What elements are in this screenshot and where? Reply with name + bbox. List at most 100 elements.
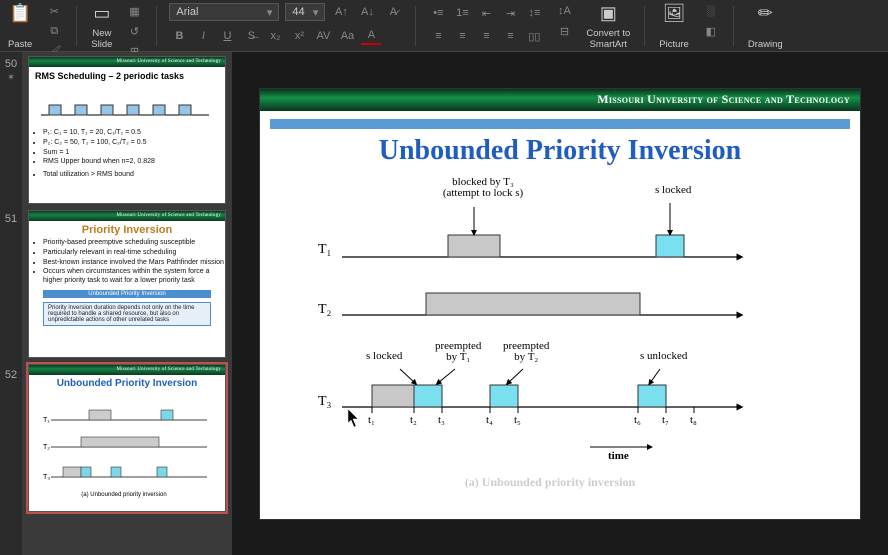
picture-button[interactable]: 🖼 Picture [657, 2, 691, 50]
tick-t5: t₅ [514, 415, 521, 427]
thumb-title: RMS Scheduling – 2 periodic tasks [29, 67, 225, 85]
increase-font-button[interactable]: A↑ [331, 3, 351, 21]
align-center-button[interactable]: ≡ [452, 27, 472, 45]
pic-opt1-button[interactable]: ░ [701, 2, 721, 20]
highlight-button[interactable]: AV [313, 27, 333, 45]
separator [156, 6, 157, 46]
decrease-font-button[interactable]: A↓ [357, 3, 377, 21]
accent-bar [270, 119, 850, 129]
layout-button[interactable]: ▦ [124, 2, 144, 20]
font-size-select[interactable]: 44 ▾ [285, 3, 325, 21]
slocked-label-t1: s locked [655, 185, 691, 197]
task-label-t1: T₁ [318, 243, 331, 258]
drawing-button[interactable]: ✏ Drawing [746, 2, 785, 50]
tick-t7: t₇ [662, 415, 669, 427]
slide-number-column: 50 ✶ 51 52 [0, 52, 22, 555]
tick-t2: t₂ [410, 415, 417, 427]
uni-bar: Missouri University of Science and Techn… [29, 365, 225, 375]
sunlocked-label: s unlocked [640, 351, 687, 363]
time-axis-label: time [608, 451, 629, 463]
thumb-title: Unbounded Priority Inversion [29, 375, 225, 392]
separator [415, 6, 416, 46]
indent-less-button[interactable]: ⇤ [476, 4, 496, 22]
font-name-select[interactable]: Arial ▾ [169, 3, 279, 21]
slide-canvas[interactable]: Missouri University of Science and Techn… [260, 89, 860, 519]
indent-more-button[interactable]: ⇥ [500, 4, 520, 22]
tick-t6: t₆ [634, 415, 641, 427]
numbering-button[interactable]: 1≡ [452, 4, 472, 22]
text-direction-button[interactable]: ↕A [554, 2, 574, 20]
reset-button[interactable]: ↺ [124, 22, 144, 40]
strike-button[interactable]: S̶ [241, 27, 261, 45]
workspace: 50 ✶ 51 52 Missouri University of Scienc… [0, 52, 888, 555]
svg-text:T₁: T₁ [43, 417, 50, 424]
tick-t4: t₄ [486, 415, 493, 427]
task-label-t3: T₃ [318, 395, 331, 410]
preempted-t1-label: preempted by T₁ [435, 341, 481, 364]
bullets-button[interactable]: •≡ [428, 4, 448, 22]
university-bar: Missouri University of Science and Techn… [260, 89, 860, 111]
slide-thumb-51[interactable]: Missouri University of Science and Techn… [28, 210, 226, 358]
convert-smartart-button[interactable]: ▣ Convert to SmartArt [584, 2, 632, 50]
new-slide-label: New Slide [91, 28, 112, 50]
paste-button[interactable]: 📋 Paste [6, 2, 34, 50]
slide-thumb-50[interactable]: Missouri University of Science and Techn… [28, 56, 226, 204]
slide-thumb-52[interactable]: Missouri University of Science and Techn… [28, 364, 226, 512]
convert-label: Convert to SmartArt [586, 28, 630, 50]
separator [644, 6, 645, 46]
gantt-svg [320, 199, 840, 499]
gantt-diagram: blocked by T₃ (attempt to lock s) s lock… [320, 199, 840, 499]
char-spacing-button[interactable]: Aa [337, 27, 357, 45]
subscript-button[interactable]: x₂ [265, 27, 285, 45]
align-right-button[interactable]: ≡ [476, 27, 496, 45]
underline-button[interactable]: U [217, 27, 237, 45]
slide-number-51: 51 [5, 213, 17, 369]
slocked-label-t3: s locked [366, 351, 402, 363]
new-slide-button[interactable]: ▭ New Slide [89, 2, 114, 50]
picture-icon: 🖼 [663, 2, 686, 24]
picture-label: Picture [659, 39, 689, 50]
font-color-button[interactable]: A [361, 27, 381, 45]
figure-caption: (a) Unbounded priority inversion [320, 475, 780, 490]
new-slide-icon: ▭ [93, 2, 110, 24]
thumbnail-panel: Missouri University of Science and Techn… [22, 52, 232, 555]
tick-t8: t₈ [690, 415, 697, 427]
drawing-label: Drawing [748, 39, 783, 50]
task-label-t2: T₂ [318, 303, 331, 318]
clipboard-icon: 📋 [9, 2, 31, 24]
pic-opt2-button[interactable]: ◧ [701, 22, 721, 40]
svg-text:T₃: T₃ [43, 474, 50, 481]
preempted-t2-label: preempted by T₂ [503, 341, 549, 364]
thumb-title: Priority Inversion [29, 221, 225, 239]
align-text-button[interactable]: ⊟ [554, 22, 574, 40]
italic-button[interactable]: I [193, 27, 213, 45]
columns-button[interactable]: ▯▯ [524, 27, 544, 45]
paste-label: Paste [8, 39, 32, 50]
smartart-icon: ▣ [600, 2, 617, 24]
svg-text:T₂: T₂ [43, 444, 50, 451]
tick-t3: t₃ [438, 415, 445, 427]
ribbon-toolbar: 📋 Paste ✂ ⧉ 🖌 ▭ New Slide ▦ ↺ ⊞ Arial ▾ … [0, 0, 888, 52]
bold-button[interactable]: B [169, 27, 189, 45]
clear-format-button[interactable]: A̷ [383, 3, 403, 21]
superscript-button[interactable]: x² [289, 27, 309, 45]
tick-t1: t₁ [368, 415, 375, 427]
mini-timeline-icon [29, 85, 215, 127]
separator [733, 6, 734, 46]
pen-icon: ✏ [758, 2, 773, 24]
uni-bar: Missouri University of Science and Techn… [29, 57, 225, 67]
slide-editor[interactable]: Missouri University of Science and Techn… [232, 52, 888, 555]
blocked-label: blocked by T₃ (attempt to lock s) [428, 177, 538, 200]
mini-gantt-icon: T₁ T₂ T₃ (a) Unbounded priority inversio… [29, 392, 219, 500]
justify-button[interactable]: ≡ [500, 27, 520, 45]
slide-number-52: 52 [5, 369, 17, 381]
uni-bar: Missouri University of Science and Techn… [29, 211, 225, 221]
cut-button[interactable]: ✂ [44, 2, 64, 20]
svg-text:(a) Unbounded priority inversi: (a) Unbounded priority inversion [81, 492, 166, 498]
transition-star-icon: ✶ [7, 72, 15, 83]
copy-button[interactable]: ⧉ [44, 22, 64, 40]
line-spacing-button[interactable]: ↕≡ [524, 4, 544, 22]
separator [76, 6, 77, 46]
align-left-button[interactable]: ≡ [428, 27, 448, 45]
slide-title: Unbounded Priority Inversion [260, 135, 860, 167]
